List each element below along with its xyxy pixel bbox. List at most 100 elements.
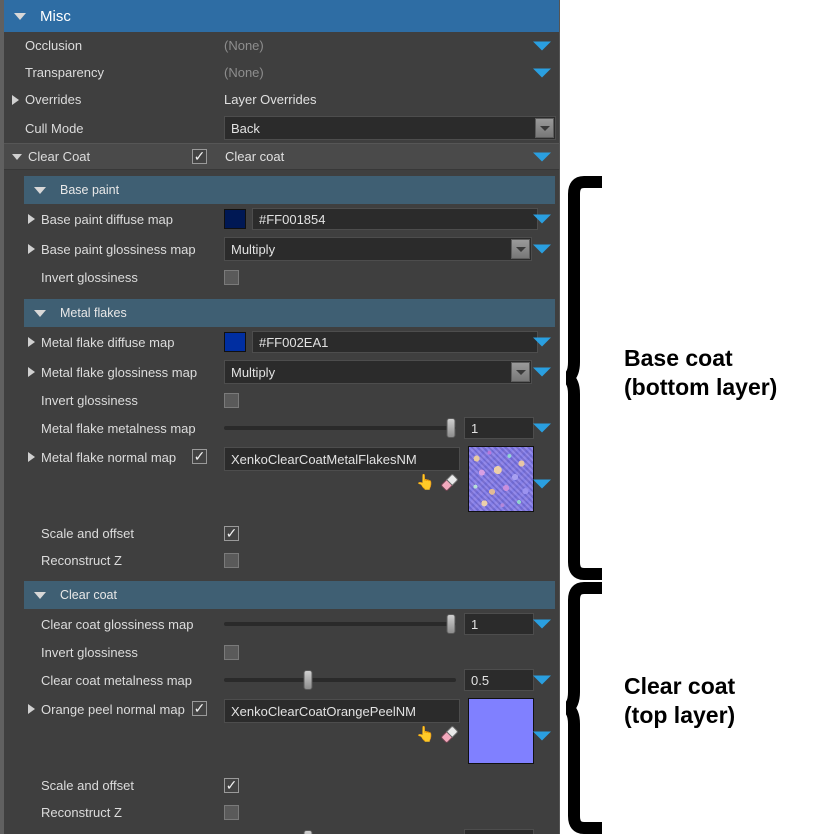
- slider-knob[interactable]: [303, 670, 313, 690]
- slider-track: [224, 622, 456, 626]
- base-paint-color-swatch[interactable]: [224, 209, 246, 229]
- value-base-paint-diffuse-cell: #FF001854: [224, 204, 559, 234]
- combo-chevron-button[interactable]: [535, 118, 554, 138]
- orange-peel-normal-enable-checkbox[interactable]: ✓: [192, 701, 207, 716]
- group-header-misc[interactable]: Misc: [4, 0, 559, 32]
- triangle-down-icon[interactable]: [34, 186, 46, 194]
- flake-scale-offset-checkbox[interactable]: ✓: [224, 526, 239, 541]
- dropdown-arrow-icon[interactable]: [533, 619, 551, 629]
- label-flake-scale-offset: Scale and offset: [41, 526, 134, 541]
- base-coat-annotation-line1: Base coat: [624, 345, 733, 371]
- base-paint-color-hex-field[interactable]: #FF001854: [252, 208, 538, 230]
- dropdown-arrow-icon[interactable]: [533, 731, 551, 741]
- dropdown-arrow-icon[interactable]: [533, 367, 551, 377]
- value-occlusion: (None): [224, 38, 264, 53]
- dropdown-arrow-icon[interactable]: [533, 675, 551, 685]
- expand-triangle-right-icon[interactable]: [28, 214, 35, 224]
- value-base-paint-glossiness-cell: Multiply: [224, 234, 559, 264]
- base-paint-glossiness-combobox[interactable]: Multiply: [224, 237, 532, 261]
- metal-flake-normal-asset-field[interactable]: XenkoClearCoatMetalFlakesNM: [224, 447, 460, 471]
- label-base-paint-glossiness: Base paint glossiness map: [41, 241, 196, 257]
- value-flake-scale-offset-cell: ✓: [224, 520, 559, 547]
- layer-transition-slider[interactable]: [224, 829, 456, 834]
- clear-coat-metalness-value: 0.5: [471, 672, 490, 688]
- clear-coat-glossiness-value-field[interactable]: 1: [464, 613, 534, 635]
- expand-triangle-right-icon[interactable]: [28, 452, 35, 462]
- sub-header-clear-coat[interactable]: Clear coat: [24, 581, 555, 609]
- metal-flake-metalness-value-field[interactable]: 1: [464, 417, 534, 439]
- combo-chevron-button[interactable]: [511, 239, 530, 259]
- material-property-panel: Misc Occlusion (None) Transparency (None…: [0, 0, 560, 834]
- cull-mode-value: Back: [231, 120, 260, 136]
- expand-triangle-right-icon[interactable]: [12, 94, 19, 105]
- dropdown-arrow-icon[interactable]: [533, 244, 551, 254]
- slider-knob[interactable]: [446, 614, 456, 634]
- screenshot-root: Misc Occlusion (None) Transparency (None…: [0, 0, 823, 834]
- collapse-triangle-down-icon[interactable]: [12, 153, 22, 160]
- metal-flake-normal-enable-checkbox[interactable]: ✓: [192, 449, 207, 464]
- cc-invert-glossiness-checkbox[interactable]: [224, 645, 239, 660]
- combo-chevron-button[interactable]: [511, 362, 530, 382]
- eraser-icon[interactable]: [440, 473, 459, 492]
- dropdown-arrow-icon[interactable]: [533, 152, 551, 161]
- triangle-down-icon[interactable]: [34, 309, 46, 317]
- metal-flake-normal-asset-group: XenkoClearCoatMetalFlakesNM 👆: [224, 442, 460, 492]
- layer-transition-value-field[interactable]: 1: [464, 829, 534, 834]
- label-clear-coat-glossiness: Clear coat glossiness map: [41, 616, 194, 632]
- hand-pointer-icon[interactable]: 👆: [416, 727, 435, 742]
- label-cull-mode: Cull Mode: [25, 120, 84, 136]
- expand-triangle-right-icon[interactable]: [28, 704, 35, 714]
- row-flake-scale-offset: Scale and offset ✓: [4, 520, 559, 547]
- label-cc-invert-glossiness: Invert glossiness: [41, 645, 138, 660]
- cc-scale-offset-checkbox[interactable]: ✓: [224, 778, 239, 793]
- expand-triangle-right-icon[interactable]: [28, 337, 35, 347]
- hand-pointer-icon[interactable]: 👆: [416, 475, 435, 490]
- dropdown-arrow-icon[interactable]: [533, 68, 551, 77]
- slider-knob[interactable]: [446, 418, 456, 438]
- flake-reconstruct-z-checkbox[interactable]: [224, 553, 239, 568]
- label-metal-flake-glossiness-cell: Metal flake glossiness map: [4, 365, 224, 380]
- metal-flake-color-hex-field[interactable]: #FF002EA1: [252, 331, 538, 353]
- expand-triangle-right-icon[interactable]: [28, 367, 35, 377]
- row-flake-reconstruct-z: Reconstruct Z: [4, 547, 559, 574]
- flake-invert-glossiness-checkbox[interactable]: [224, 393, 239, 408]
- sub-header-base-paint-label: Base paint: [60, 183, 120, 197]
- sub-header-base-paint[interactable]: Base paint: [24, 176, 555, 204]
- dropdown-arrow-icon[interactable]: [533, 214, 551, 224]
- clear-coat-enable-checkbox[interactable]: ✓: [192, 149, 207, 164]
- label-flake-invert-glossiness: Invert glossiness: [41, 393, 138, 408]
- check-icon: ✓: [193, 147, 206, 164]
- label-flake-invert-cell: Invert glossiness: [4, 393, 224, 408]
- clear-coat-glossiness-slider[interactable]: [224, 613, 456, 635]
- cc-reconstruct-z-checkbox[interactable]: [224, 805, 239, 820]
- dropdown-arrow-icon[interactable]: [533, 423, 551, 433]
- clear-coat-metalness-slider[interactable]: [224, 669, 456, 691]
- value-occlusion-cell: (None): [224, 32, 559, 59]
- metal-flake-color-hex-value: #FF002EA1: [259, 334, 329, 350]
- base-invert-glossiness-checkbox[interactable]: [224, 270, 239, 285]
- orange-peel-normal-map-thumbnail[interactable]: [468, 698, 534, 764]
- section-row-clear-coat[interactable]: Clear Coat ✓ Clear coat: [4, 143, 559, 170]
- slider-knob[interactable]: [303, 830, 313, 834]
- metal-flake-glossiness-combobox[interactable]: Multiply: [224, 360, 532, 384]
- dropdown-arrow-icon[interactable]: [533, 337, 551, 347]
- clear-coat-annotation: Clear coat (top layer): [624, 672, 735, 730]
- sub-header-metal-flakes[interactable]: Metal flakes: [24, 299, 555, 327]
- cull-mode-combobox[interactable]: Back: [224, 116, 556, 140]
- label-cc-scale-offset: Scale and offset: [41, 778, 134, 793]
- triangle-down-icon[interactable]: [14, 12, 26, 20]
- dropdown-arrow-icon[interactable]: [533, 479, 551, 489]
- metal-flake-color-swatch[interactable]: [224, 332, 246, 352]
- row-cull-mode: Cull Mode Back: [4, 113, 559, 143]
- orange-peel-normal-asset-field[interactable]: XenkoClearCoatOrangePeelNM: [224, 699, 460, 723]
- expand-triangle-right-icon[interactable]: [28, 244, 35, 254]
- chevron-down-icon: [515, 246, 526, 252]
- metal-flake-metalness-slider[interactable]: [224, 417, 456, 439]
- clear-coat-metalness-value-field[interactable]: 0.5: [464, 669, 534, 691]
- dropdown-arrow-icon[interactable]: [533, 41, 551, 50]
- triangle-down-icon[interactable]: [34, 591, 46, 599]
- eraser-icon[interactable]: [440, 725, 459, 744]
- value-cc-reconstruct-z-cell: [224, 799, 559, 826]
- clear-coat-annotation-line1: Clear coat: [624, 673, 736, 699]
- metal-flake-normal-map-thumbnail[interactable]: [468, 446, 534, 512]
